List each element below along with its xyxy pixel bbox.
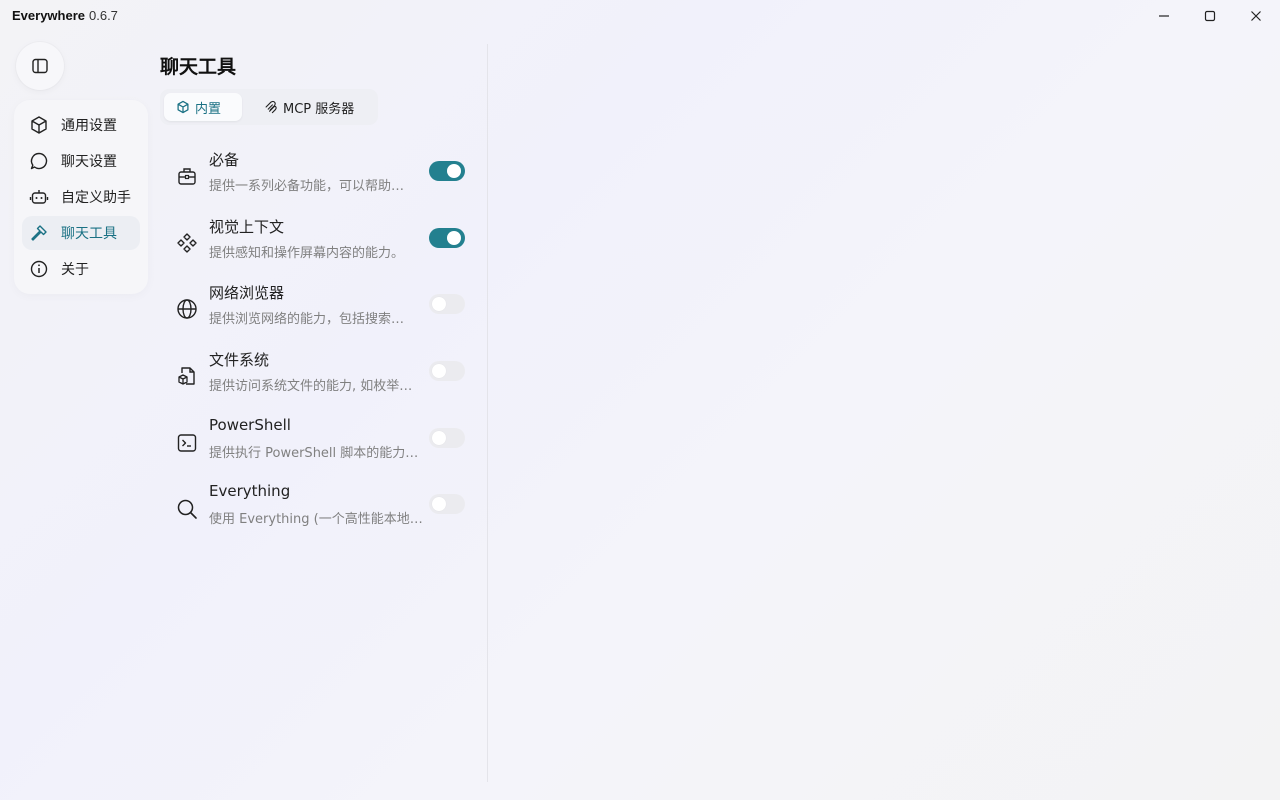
close-icon — [1251, 11, 1261, 21]
tool-toggle-powershell[interactable] — [429, 428, 465, 448]
robot-icon — [28, 186, 50, 208]
tool-item-powershell: PowerShell 提供执行 PowerShell 脚本的能力… — [164, 416, 474, 474]
tool-toggle-essentials[interactable] — [429, 161, 465, 181]
tool-toggle-visual-context[interactable] — [429, 228, 465, 248]
toggle-knob — [447, 231, 461, 245]
sidebar-toggle-button[interactable] — [16, 42, 64, 90]
info-icon — [28, 258, 50, 280]
tab-mcp-servers[interactable]: MCP 服务器 — [252, 93, 374, 121]
nav-item-about[interactable]: 关于 — [22, 252, 140, 286]
toggle-knob — [432, 364, 446, 378]
toggle-knob — [432, 497, 446, 511]
tool-item-web-browser: 网络浏览器 提供浏览网络的能力，包括搜索… — [164, 282, 474, 340]
nav-item-chat-tools[interactable]: 聊天工具 — [22, 216, 140, 250]
globe-icon — [174, 296, 200, 322]
settings-nav: 通用设置 聊天设置 自定义助手 聊天工具 关于 — [14, 100, 148, 294]
app-name: Everywhere — [12, 8, 85, 23]
hammer-icon — [28, 222, 50, 244]
tool-name: 文件系统 — [209, 351, 270, 369]
tool-item-visual-context: 视觉上下文 提供感知和操作屏幕内容的能力。 — [164, 216, 474, 274]
title-bar: Everywhere 0.6.7 — [0, 0, 1280, 32]
app-version: 0.6.7 — [89, 8, 118, 23]
chat-bubble-icon — [28, 150, 50, 172]
page-title: 聊天工具 — [160, 56, 237, 78]
nav-item-label: 关于 — [61, 262, 89, 278]
nav-item-general-settings[interactable]: 通用设置 — [22, 108, 140, 142]
tool-description: 提供感知和操作屏幕内容的能力。 — [209, 246, 405, 261]
cube-icon — [28, 114, 50, 136]
panel-divider — [487, 44, 488, 782]
tool-name: 必备 — [209, 151, 240, 169]
tab-builtin[interactable]: 内置 — [164, 93, 242, 121]
tool-description: 提供一系列必备功能，可以帮助… — [209, 179, 405, 194]
file-cube-icon — [174, 363, 200, 389]
mcp-icon — [264, 100, 278, 114]
tool-item-file-system: 文件系统 提供访问系统文件的能力, 如枚举… — [164, 349, 474, 407]
tool-description: 提供浏览网络的能力，包括搜索… — [209, 312, 405, 327]
cube-icon — [176, 100, 190, 114]
tool-description: 提供执行 PowerShell 脚本的能力… — [209, 446, 419, 461]
nav-item-label: 自定义助手 — [61, 190, 131, 206]
maximize-button[interactable] — [1187, 0, 1233, 32]
diamonds-icon — [174, 230, 200, 256]
tool-description: 提供访问系统文件的能力, 如枚举… — [209, 379, 413, 394]
tool-toggle-everything[interactable] — [429, 494, 465, 514]
close-button[interactable] — [1233, 0, 1279, 32]
toggle-knob — [432, 431, 446, 445]
tool-tabs: 内置 MCP 服务器 — [160, 89, 378, 125]
sidebar-panel-icon — [32, 58, 48, 74]
maximize-icon — [1204, 10, 1216, 22]
tool-toggle-file-system[interactable] — [429, 361, 465, 381]
minimize-button[interactable] — [1141, 0, 1187, 32]
app-title: Everywhere 0.6.7 — [12, 8, 118, 23]
nav-item-custom-assistant[interactable]: 自定义助手 — [22, 180, 140, 214]
terminal-icon — [174, 430, 200, 456]
tab-label: MCP 服务器 — [283, 101, 355, 117]
nav-item-label: 聊天设置 — [61, 154, 117, 170]
tool-description: 使用 Everything (一个高性能本地… — [209, 512, 423, 527]
tool-item-essentials: 必备 提供一系列必备功能，可以帮助… — [164, 149, 474, 207]
tab-label: 内置 — [195, 101, 222, 117]
search-icon — [174, 496, 200, 522]
tool-name: 网络浏览器 — [209, 284, 285, 302]
nav-item-label: 聊天工具 — [61, 226, 117, 242]
tool-name: Everything — [209, 482, 291, 500]
toggle-knob — [447, 164, 461, 178]
nav-item-label: 通用设置 — [61, 118, 117, 134]
tool-name: 视觉上下文 — [209, 218, 285, 236]
toggle-knob — [432, 297, 446, 311]
minimize-icon — [1159, 15, 1169, 17]
app-window: Everywhere 0.6.7 通用设置 聊天设置 自定义助手 聊天工具 关于… — [0, 0, 1280, 800]
toolbox-icon — [174, 163, 200, 189]
tool-name: PowerShell — [209, 416, 291, 434]
nav-item-chat-settings[interactable]: 聊天设置 — [22, 144, 140, 178]
tool-toggle-web-browser[interactable] — [429, 294, 465, 314]
tool-item-everything: Everything 使用 Everything (一个高性能本地… — [164, 482, 474, 540]
